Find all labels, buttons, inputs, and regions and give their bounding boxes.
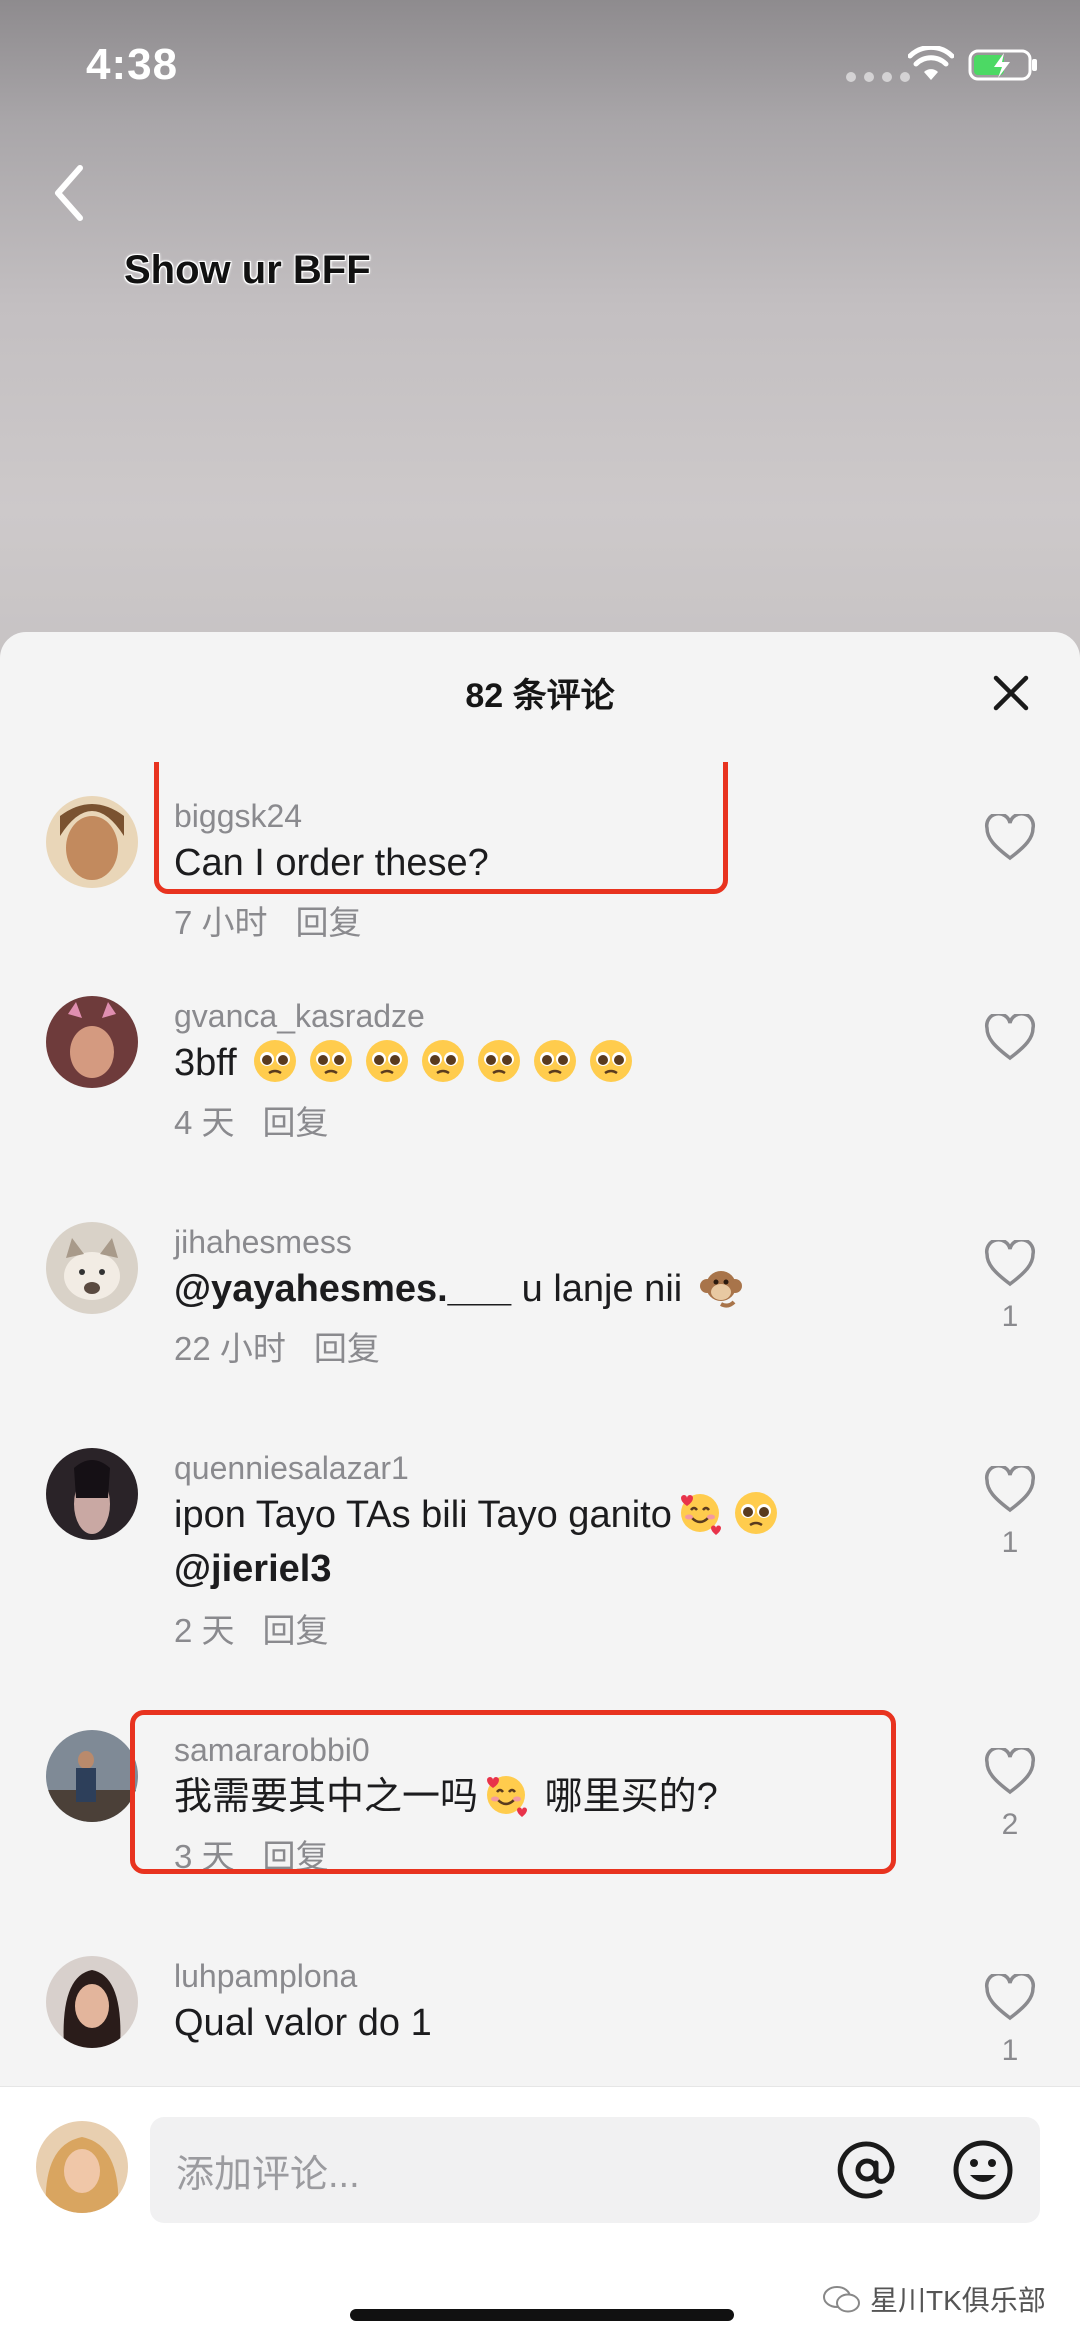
like-count: 1 — [1001, 1526, 1019, 1559]
comment-input-bar: 添加评论... 星川TK俱乐部 — [0, 2086, 1080, 2338]
highlight-box — [154, 762, 728, 894]
reply-button[interactable]: 回复 — [263, 1104, 329, 1141]
close-button[interactable] — [990, 672, 1032, 714]
comment-username[interactable]: jihahesmess — [174, 1224, 352, 1261]
avatar[interactable] — [46, 1448, 138, 1540]
wechat-icon — [823, 2286, 860, 2313]
comments-sheet: 82 条评论 biggsk24 Can I order these? 7 小时回… — [0, 632, 1080, 2338]
heart-icon[interactable] — [984, 814, 1036, 862]
watermark-text: 星川TK俱乐部 — [870, 2285, 1046, 2316]
pleading-face-icon — [590, 1040, 633, 1082]
comment-username[interactable]: quenniesalazar1 — [174, 1450, 409, 1487]
like-count: 1 — [1001, 2034, 1019, 2067]
comment-time: 22 小时 — [174, 1330, 286, 1367]
comment-list[interactable]: biggsk24 Can I order these? 7 小时 回复 gvanc… — [0, 762, 1080, 2212]
like-count: 1 — [1001, 1300, 1019, 1333]
comment-time: 2 天 — [174, 1612, 235, 1649]
home-indicator[interactable] — [350, 2309, 734, 2321]
comment-item: quenniesalazar1 ipon Tayo TAs bili Tayo … — [0, 1438, 1080, 1688]
comment-username[interactable]: gvanca_kasradze — [174, 998, 425, 1035]
pleading-face-icon — [366, 1040, 409, 1082]
reply-button[interactable]: 回复 — [296, 904, 362, 941]
smiling-face-with-hearts-icon — [680, 1494, 721, 1535]
like-count: 2 — [1001, 1808, 1019, 1841]
battery-charging-icon — [968, 49, 1037, 81]
comment-text: @yayahesmes.___ u lanje nii — [174, 1262, 974, 1316]
highlight-box — [130, 1710, 896, 1874]
reply-button[interactable]: 回复 — [314, 1330, 380, 1367]
heart-icon[interactable] — [984, 1974, 1036, 2022]
avatar[interactable] — [46, 1730, 138, 1822]
video-caption: Show ur BFF — [124, 248, 371, 292]
pleading-face-icon — [310, 1040, 353, 1082]
comment-input-placeholder[interactable]: 添加评论... — [176, 2143, 360, 2198]
heart-icon[interactable] — [984, 1240, 1036, 1288]
signal-icon — [846, 72, 910, 82]
emoji-icon[interactable] — [950, 2137, 1016, 2203]
pleading-face-icon — [254, 1040, 297, 1082]
watermark: 星川TK俱乐部 — [822, 2279, 1046, 2319]
comment-text: ipon Tayo TAs bili Tayo ganito @jieriel3 — [174, 1488, 974, 1596]
comment-mention[interactable]: @yayahesmes.___ — [174, 1268, 511, 1310]
comment-text: 3bff — [174, 1036, 974, 1090]
comment-count-title: 82 条评论 — [465, 677, 615, 715]
avatar[interactable] — [46, 1222, 138, 1314]
comment-username[interactable]: luhpamplona — [174, 1958, 357, 1995]
avatar[interactable] — [46, 996, 138, 1088]
comment-time: 4 天 — [174, 1104, 235, 1141]
heart-icon[interactable] — [984, 1014, 1036, 1062]
comment-time: 7 小时 — [174, 904, 268, 941]
pleading-face-icon — [422, 1040, 465, 1082]
heart-icon[interactable] — [984, 1748, 1036, 1796]
avatar[interactable] — [46, 1956, 138, 2048]
heart-icon[interactable] — [984, 1466, 1036, 1514]
comment-meta: 2 天回复 — [174, 1604, 329, 1652]
back-button[interactable] — [44, 158, 96, 228]
pleading-face-icon — [478, 1040, 521, 1082]
pleading-face-icon — [534, 1040, 577, 1082]
at-mention-icon[interactable] — [834, 2137, 900, 2203]
status-time: 4:38 — [86, 40, 179, 89]
comment-text-body: ipon Tayo TAs bili Tayo ganito — [174, 1494, 672, 1536]
wifi-icon — [908, 46, 954, 80]
pleading-face-icon — [734, 1492, 777, 1534]
comment-item: gvanca_kasradze 3bff 4 天回复 — [0, 986, 1080, 1176]
comment-text: Qual valor do 1 — [174, 2002, 432, 2044]
current-user-avatar — [36, 2121, 128, 2213]
reply-button[interactable]: 回复 — [263, 1612, 329, 1649]
status-bar: 4:38 — [0, 0, 1080, 130]
comment-text-body: 3bff — [174, 1042, 237, 1084]
avatar[interactable] — [46, 796, 138, 888]
sheet-header: 82 条评论 — [0, 632, 1080, 742]
comment-text-body: u lanje nii — [511, 1268, 683, 1310]
comment-meta: 7 小时 回复 — [174, 896, 362, 944]
comment-meta: 22 小时 回复 — [174, 1322, 380, 1370]
comment-mention[interactable]: @jieriel3 — [174, 1548, 331, 1590]
comment-meta: 4 天回复 — [174, 1096, 329, 1144]
monkey-face-icon — [699, 1271, 742, 1308]
comment-item: jihahesmess @yayahesmes.___ u lanje nii … — [0, 1212, 1080, 1402]
